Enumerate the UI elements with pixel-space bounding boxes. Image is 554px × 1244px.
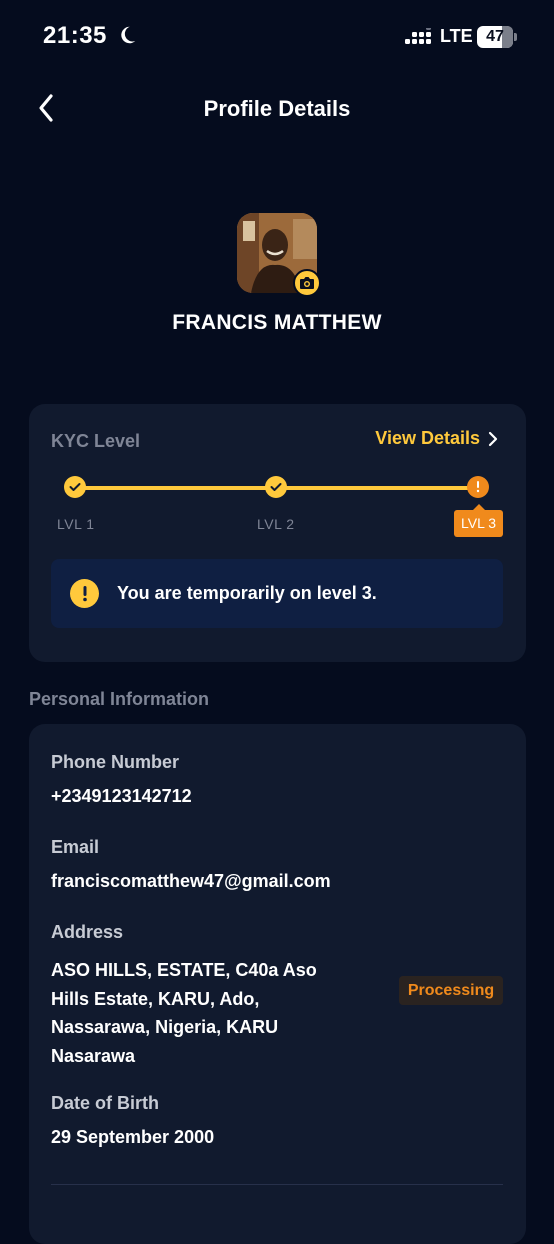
chevron-right-icon [488,431,498,446]
view-details-label: View Details [375,428,480,448]
nav-header: Profile Details [0,80,554,136]
status-time: 21:35 [43,22,107,49]
kyc-node-level-3 [467,476,489,498]
address-label: Address [51,922,124,942]
camera-button[interactable] [293,269,321,297]
section-title: Personal Information [29,689,210,709]
signal-icon [405,28,431,44]
current-level-badge: LVL 3 [454,504,503,537]
camera-icon [300,277,314,289]
battery-level: 47 [486,28,504,45]
email-label: Email [51,837,100,857]
network-label: LTE [440,26,473,46]
divider [51,1184,503,1185]
battery-icon: 47 [477,26,517,48]
status-bar: 21:35 LTE 47 [0,0,554,72]
user-name: FRANCIS MATTHEW [172,311,382,334]
level-label-1: LVL 1 [57,516,95,532]
kyc-node-level-2 [265,476,287,498]
kyc-card: KYC Level View Details LVL 1 LVL 2 LVL 3 [29,404,526,662]
level-label-2: LVL 2 [257,516,295,532]
status-badge: Processing [399,976,503,1005]
kyc-notice: You are temporarily on level 3. [51,559,503,628]
kyc-title: KYC Level [51,431,141,451]
view-details-link[interactable]: View Details [375,428,498,449]
kyc-node-level-1 [64,476,86,498]
check-icon [270,483,282,491]
email-value: franciscomatthew47@gmail.com [51,871,331,891]
address-value: ASO HILLS, ESTATE, C40a Aso Hills Estate… [51,960,317,1066]
dob-value: 29 September 2000 [51,1127,215,1147]
personal-info-card: Phone Number +2349123142712 Email franci… [29,724,526,1244]
exclamation-icon [476,481,480,493]
check-icon [69,483,81,491]
phone-label: Phone Number [51,752,180,772]
warning-icon [70,579,99,608]
phone-value: +2349123142712 [51,786,192,806]
moon-icon [121,26,136,44]
avatar-wrap[interactable] [237,213,321,297]
kyc-notice-text: You are temporarily on level 3. [117,583,377,603]
page-title: Profile Details [203,96,351,121]
dob-label: Date of Birth [51,1093,159,1113]
